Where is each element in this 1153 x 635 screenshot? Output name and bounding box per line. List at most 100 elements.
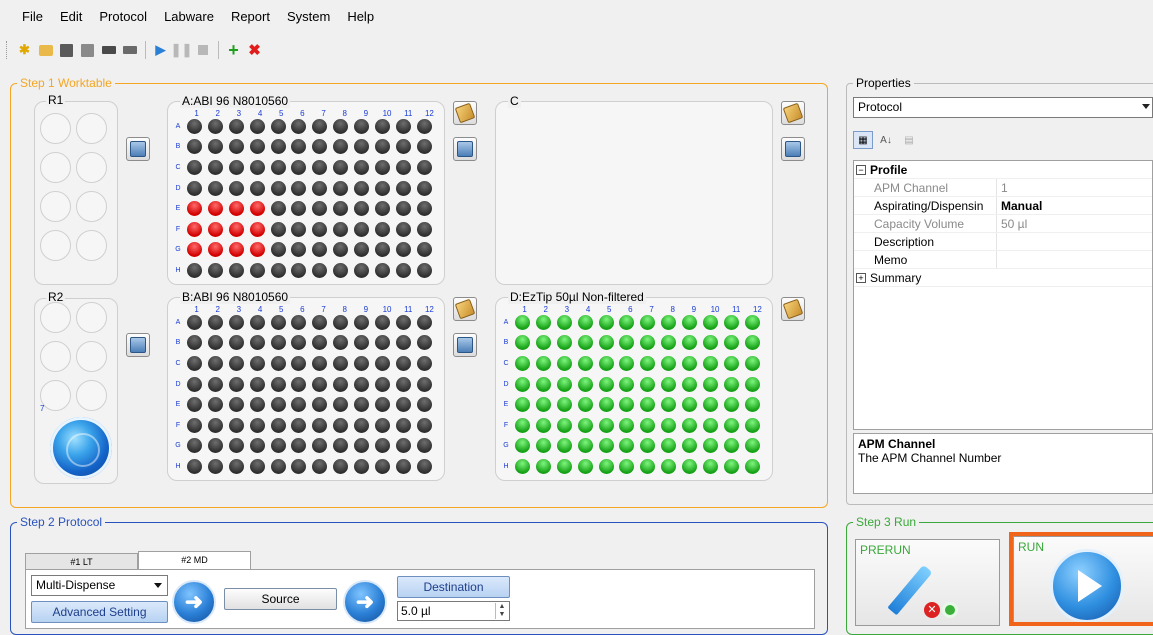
well[interactable] (312, 201, 328, 217)
well[interactable] (619, 458, 635, 474)
well[interactable] (374, 355, 390, 371)
well[interactable] (333, 376, 349, 392)
well[interactable] (228, 201, 244, 217)
tube[interactable] (76, 230, 107, 261)
well[interactable] (354, 159, 370, 175)
well[interactable] (291, 262, 307, 278)
well[interactable] (395, 355, 411, 371)
well[interactable] (207, 376, 223, 392)
well[interactable] (249, 438, 265, 454)
dispense-mode-select[interactable]: Multi-Dispense (31, 575, 168, 596)
print-preview-icon[interactable] (122, 43, 137, 58)
well[interactable] (207, 438, 223, 454)
well[interactable] (228, 242, 244, 258)
rack-r1-view-button[interactable] (126, 137, 150, 161)
well[interactable] (619, 314, 635, 330)
well[interactable] (354, 242, 370, 258)
well[interactable] (535, 417, 551, 433)
well[interactable] (577, 397, 593, 413)
well[interactable] (619, 355, 635, 371)
well[interactable] (270, 355, 286, 371)
well[interactable] (514, 397, 530, 413)
well[interactable] (291, 376, 307, 392)
well[interactable] (270, 314, 286, 330)
well[interactable] (354, 335, 370, 351)
tube[interactable] (76, 380, 107, 411)
well[interactable] (619, 335, 635, 351)
properties-object-select[interactable]: Protocol (853, 97, 1153, 118)
well[interactable] (556, 438, 572, 454)
well[interactable] (291, 221, 307, 237)
well[interactable] (186, 180, 202, 196)
well[interactable] (354, 355, 370, 371)
well[interactable] (333, 159, 349, 175)
well[interactable] (207, 458, 223, 474)
well[interactable] (374, 438, 390, 454)
well[interactable] (354, 397, 370, 413)
well[interactable] (333, 221, 349, 237)
well[interactable] (312, 314, 328, 330)
well[interactable] (744, 376, 760, 392)
delete-icon[interactable]: ✖ (247, 42, 262, 59)
well[interactable] (228, 118, 244, 134)
well[interactable] (207, 397, 223, 413)
well[interactable] (535, 438, 551, 454)
well[interactable] (640, 314, 656, 330)
well[interactable] (228, 458, 244, 474)
well[interactable] (186, 262, 202, 278)
stop-icon[interactable] (195, 43, 210, 58)
well[interactable] (395, 118, 411, 134)
well[interactable] (312, 118, 328, 134)
well[interactable] (270, 159, 286, 175)
expand-icon[interactable]: + (856, 272, 866, 283)
well[interactable] (228, 355, 244, 371)
well[interactable] (270, 335, 286, 351)
well[interactable] (598, 417, 614, 433)
well[interactable] (312, 417, 328, 433)
well[interactable] (416, 201, 432, 217)
play-icon[interactable]: ▶ (153, 42, 168, 58)
well[interactable] (312, 438, 328, 454)
well[interactable] (354, 139, 370, 155)
well[interactable] (354, 458, 370, 474)
well[interactable] (374, 118, 390, 134)
well[interactable] (186, 139, 202, 155)
well[interactable] (354, 417, 370, 433)
well[interactable] (333, 180, 349, 196)
well[interactable] (207, 262, 223, 278)
well[interactable] (249, 397, 265, 413)
well[interactable] (535, 458, 551, 474)
tab-2-md[interactable]: #2 MD (138, 551, 251, 569)
well[interactable] (333, 139, 349, 155)
destination-button[interactable]: Destination (397, 576, 510, 598)
well[interactable] (291, 314, 307, 330)
property-row[interactable]: Aspirating/Dispensin Manual (854, 197, 1152, 215)
save-icon[interactable] (59, 43, 74, 58)
well[interactable] (619, 438, 635, 454)
well[interactable] (312, 221, 328, 237)
well[interactable] (186, 458, 202, 474)
well[interactable] (354, 262, 370, 278)
well[interactable] (395, 417, 411, 433)
well[interactable] (333, 335, 349, 351)
well[interactable] (186, 417, 202, 433)
well[interactable] (661, 335, 677, 351)
well[interactable] (228, 139, 244, 155)
well[interactable] (598, 458, 614, 474)
well[interactable] (723, 376, 739, 392)
well[interactable] (395, 201, 411, 217)
well[interactable] (207, 201, 223, 217)
well[interactable] (702, 417, 718, 433)
plate-d-labware-button[interactable] (781, 297, 805, 321)
well[interactable] (416, 118, 432, 134)
well[interactable] (661, 438, 677, 454)
well[interactable] (416, 314, 432, 330)
well[interactable] (354, 221, 370, 237)
well[interactable] (312, 139, 328, 155)
well[interactable] (395, 139, 411, 155)
well[interactable] (744, 417, 760, 433)
property-row[interactable]: Capacity Volume 50 µl (854, 215, 1152, 233)
menu-protocol[interactable]: Protocol (99, 9, 147, 24)
well[interactable] (416, 139, 432, 155)
well[interactable] (514, 314, 530, 330)
